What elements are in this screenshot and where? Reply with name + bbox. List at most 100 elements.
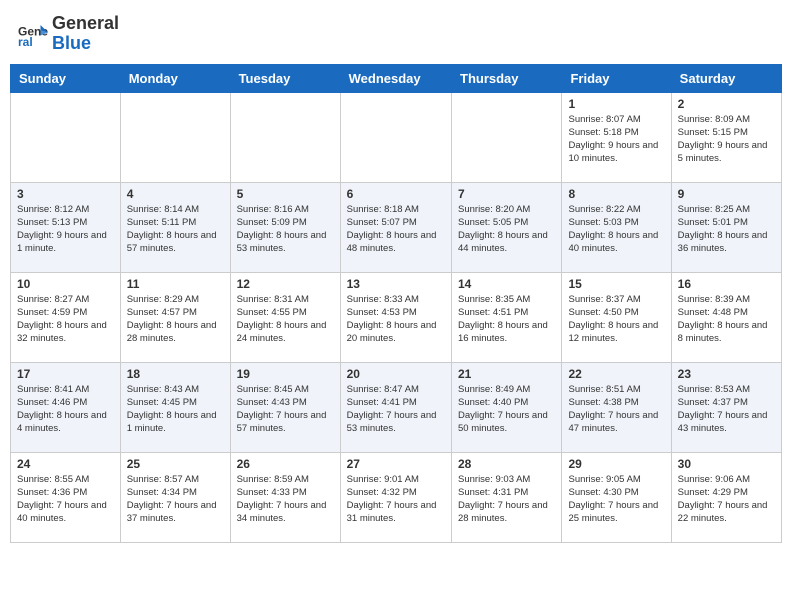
day-number: 17 [17,367,114,381]
day-number: 11 [127,277,224,291]
svg-text:ral: ral [18,35,33,49]
calendar-day-cell: 8 Sunrise: 8:22 AM Sunset: 5:03 PM Daylig… [562,182,671,272]
calendar-week-row: 3 Sunrise: 8:12 AM Sunset: 5:13 PM Daylig… [11,182,782,272]
calendar-week-row: 17 Sunrise: 8:41 AM Sunset: 4:46 PM Dayli… [11,362,782,452]
day-info: Sunrise: 9:06 AM Sunset: 4:29 PM Dayligh… [678,473,775,526]
calendar-day-cell [230,92,340,182]
calendar-day-cell: 9 Sunrise: 8:25 AM Sunset: 5:01 PM Daylig… [671,182,781,272]
calendar-day-cell [452,92,562,182]
day-number: 6 [347,187,445,201]
calendar-day-cell [11,92,121,182]
weekday-header: Saturday [671,64,781,92]
day-number: 28 [458,457,555,471]
day-number: 3 [17,187,114,201]
day-number: 27 [347,457,445,471]
calendar-day-cell: 6 Sunrise: 8:18 AM Sunset: 5:07 PM Daylig… [340,182,451,272]
day-info: Sunrise: 8:53 AM Sunset: 4:37 PM Dayligh… [678,383,775,436]
day-number: 18 [127,367,224,381]
day-info: Sunrise: 8:16 AM Sunset: 5:09 PM Dayligh… [237,203,334,256]
day-number: 13 [347,277,445,291]
calendar-day-cell: 7Sunrise: 8:20 AM Sunset: 5:05 PM Daylig… [452,182,562,272]
day-number: 16 [678,277,775,291]
calendar-day-cell: 1 Sunrise: 8:07 AM Sunset: 5:18 PM Daylig… [562,92,671,182]
day-info: Sunrise: 8:37 AM Sunset: 4:50 PM Dayligh… [568,293,664,346]
day-number: 29 [568,457,664,471]
day-number: 25 [127,457,224,471]
day-number: 15 [568,277,664,291]
day-info: Sunrise: 8:25 AM Sunset: 5:01 PM Dayligh… [678,203,775,256]
weekday-header-row: SundayMondayTuesdayWednesdayThursdayFrid… [11,64,782,92]
calendar-day-cell: 17 Sunrise: 8:41 AM Sunset: 4:46 PM Dayli… [11,362,121,452]
calendar-day-cell [120,92,230,182]
day-number: 14 [458,277,555,291]
calendar-day-cell: 19 Sunrise: 8:45 AM Sunset: 4:43 PM Dayli… [230,362,340,452]
day-info: Sunrise: 9:03 AM Sunset: 4:31 PM Dayligh… [458,473,555,526]
calendar-day-cell: 11 Sunrise: 8:29 AM Sunset: 4:57 PM Dayli… [120,272,230,362]
calendar-day-cell: 16Sunrise: 8:39 AM Sunset: 4:48 PM Dayli… [671,272,781,362]
day-info: Sunrise: 8:35 AM Sunset: 4:51 PM Dayligh… [458,293,555,346]
calendar-day-cell: 29 Sunrise: 9:05 AM Sunset: 4:30 PM Dayli… [562,452,671,542]
day-info: Sunrise: 8:59 AM Sunset: 4:33 PM Dayligh… [237,473,334,526]
day-info: Sunrise: 8:41 AM Sunset: 4:46 PM Dayligh… [17,383,114,436]
day-info: Sunrise: 9:05 AM Sunset: 4:30 PM Dayligh… [568,473,664,526]
calendar-day-cell: 27 Sunrise: 9:01 AM Sunset: 4:32 PM Dayli… [340,452,451,542]
calendar-week-row: 24Sunrise: 8:55 AM Sunset: 4:36 PM Dayli… [11,452,782,542]
calendar-day-cell: 20Sunrise: 8:47 AM Sunset: 4:41 PM Dayli… [340,362,451,452]
day-number: 2 [678,97,775,111]
day-info: Sunrise: 8:47 AM Sunset: 4:41 PM Dayligh… [347,383,445,436]
day-info: Sunrise: 8:29 AM Sunset: 4:57 PM Dayligh… [127,293,224,346]
day-info: Sunrise: 9:01 AM Sunset: 4:32 PM Dayligh… [347,473,445,526]
day-number: 22 [568,367,664,381]
day-info: Sunrise: 8:57 AM Sunset: 4:34 PM Dayligh… [127,473,224,526]
day-number: 4 [127,187,224,201]
calendar-day-cell: 24Sunrise: 8:55 AM Sunset: 4:36 PM Dayli… [11,452,121,542]
day-number: 1 [568,97,664,111]
day-info: Sunrise: 8:12 AM Sunset: 5:13 PM Dayligh… [17,203,114,256]
day-number: 12 [237,277,334,291]
calendar-day-cell: 22 Sunrise: 8:51 AM Sunset: 4:38 PM Dayli… [562,362,671,452]
logo: Gene ral General Blue [18,14,119,54]
calendar: SundayMondayTuesdayWednesdayThursdayFrid… [10,64,782,543]
weekday-header: Tuesday [230,64,340,92]
day-info: Sunrise: 8:43 AM Sunset: 4:45 PM Dayligh… [127,383,224,436]
day-info: Sunrise: 8:31 AM Sunset: 4:55 PM Dayligh… [237,293,334,346]
calendar-day-cell: 18 Sunrise: 8:43 AM Sunset: 4:45 PM Dayli… [120,362,230,452]
day-info: Sunrise: 8:22 AM Sunset: 5:03 PM Dayligh… [568,203,664,256]
day-info: Sunrise: 8:45 AM Sunset: 4:43 PM Dayligh… [237,383,334,436]
day-info: Sunrise: 8:18 AM Sunset: 5:07 PM Dayligh… [347,203,445,256]
day-info: Sunrise: 8:49 AM Sunset: 4:40 PM Dayligh… [458,383,555,436]
day-info: Sunrise: 8:27 AM Sunset: 4:59 PM Dayligh… [17,293,114,346]
page-header: Gene ral General Blue [10,10,782,58]
calendar-day-cell: 10Sunrise: 8:27 AM Sunset: 4:59 PM Dayli… [11,272,121,362]
day-number: 9 [678,187,775,201]
calendar-week-row: 1 Sunrise: 8:07 AM Sunset: 5:18 PM Daylig… [11,92,782,182]
calendar-day-cell: 14 Sunrise: 8:35 AM Sunset: 4:51 PM Dayli… [452,272,562,362]
day-number: 8 [568,187,664,201]
day-number: 26 [237,457,334,471]
day-number: 23 [678,367,775,381]
day-info: Sunrise: 8:51 AM Sunset: 4:38 PM Dayligh… [568,383,664,436]
calendar-day-cell: 25 Sunrise: 8:57 AM Sunset: 4:34 PM Dayli… [120,452,230,542]
day-number: 19 [237,367,334,381]
logo-icon: Gene ral [18,19,48,49]
day-number: 24 [17,457,114,471]
weekday-header: Friday [562,64,671,92]
weekday-header: Wednesday [340,64,451,92]
calendar-week-row: 10Sunrise: 8:27 AM Sunset: 4:59 PM Dayli… [11,272,782,362]
calendar-day-cell: 26 Sunrise: 8:59 AM Sunset: 4:33 PM Dayli… [230,452,340,542]
calendar-day-cell: 3 Sunrise: 8:12 AM Sunset: 5:13 PM Daylig… [11,182,121,272]
calendar-day-cell: 30 Sunrise: 9:06 AM Sunset: 4:29 PM Dayli… [671,452,781,542]
day-number: 30 [678,457,775,471]
weekday-header: Thursday [452,64,562,92]
logo-text: General Blue [52,14,119,54]
day-info: Sunrise: 8:07 AM Sunset: 5:18 PM Dayligh… [568,113,664,166]
day-info: Sunrise: 8:09 AM Sunset: 5:15 PM Dayligh… [678,113,775,166]
weekday-header: Sunday [11,64,121,92]
calendar-day-cell: 21Sunrise: 8:49 AM Sunset: 4:40 PM Dayli… [452,362,562,452]
day-info: Sunrise: 8:14 AM Sunset: 5:11 PM Dayligh… [127,203,224,256]
day-info: Sunrise: 8:20 AM Sunset: 5:05 PM Dayligh… [458,203,555,256]
calendar-day-cell [340,92,451,182]
day-number: 5 [237,187,334,201]
calendar-day-cell: 2 Sunrise: 8:09 AM Sunset: 5:15 PM Daylig… [671,92,781,182]
day-info: Sunrise: 8:33 AM Sunset: 4:53 PM Dayligh… [347,293,445,346]
